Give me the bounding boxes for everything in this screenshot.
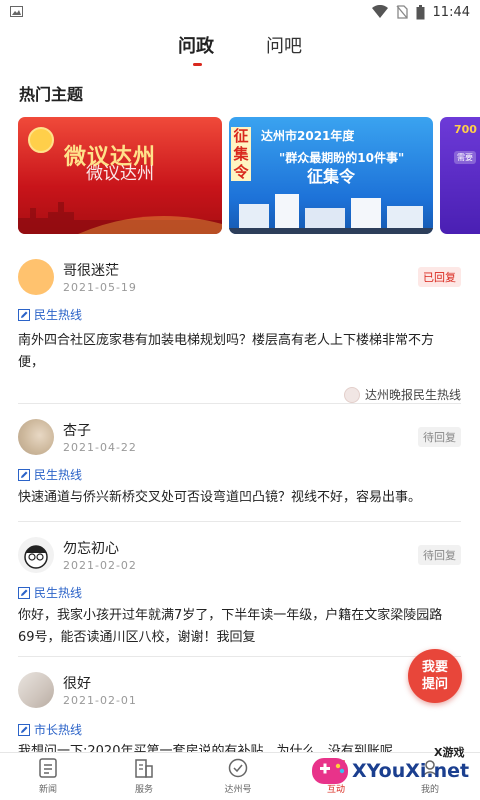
post-body: 南外四合社区庞家巷有加装电梯规划吗？楼层高有老人上下楼梯非常不方便， bbox=[18, 333, 435, 370]
source-logo-icon bbox=[343, 386, 360, 403]
banner-line1: 达州市2021年度 bbox=[261, 129, 355, 143]
status-badge: 已回复 bbox=[418, 267, 461, 287]
status-badge: 待回复 bbox=[418, 427, 461, 447]
channel-tag[interactable]: 民生热线 bbox=[18, 306, 82, 323]
post-body: 快速通道与侨兴新桥交叉处可否设弯道凹凸镜？视线不好，容易出事。 bbox=[18, 490, 422, 505]
watermark-text: XYouXi.net bbox=[352, 760, 470, 782]
edit-icon bbox=[18, 586, 30, 599]
reply-source: 达州晚报民生热线 bbox=[343, 386, 461, 403]
banner-tag: 需要 bbox=[454, 151, 476, 164]
status-bar: 11:44 bbox=[0, 0, 480, 24]
banner-subtitle: 微议达州 bbox=[86, 164, 154, 184]
emblem-icon bbox=[28, 127, 54, 153]
list-item[interactable]: 很好 2021-02-01 市长热线 我想问一下:2020年买第一套房说的有补贴… bbox=[18, 672, 461, 753]
buildings-illustration bbox=[229, 194, 433, 234]
nav-label: 达州号 bbox=[224, 785, 252, 795]
gallery-icon bbox=[10, 6, 23, 17]
nav-label: 服务 bbox=[134, 785, 153, 795]
list-item[interactable]: 勿忘初心 2021-02-02 待回复 民生热线 你好，我家小孩开过年就满7岁了… bbox=[18, 537, 461, 647]
battery-icon bbox=[416, 4, 425, 19]
source-label: 达州晚报民生热线 bbox=[364, 388, 461, 402]
skyline-illustration bbox=[18, 202, 222, 234]
no-sim-icon bbox=[396, 5, 408, 19]
user-name: 杏子 bbox=[63, 423, 91, 439]
building-icon bbox=[135, 759, 153, 778]
banner-side-text: 征集令 bbox=[231, 127, 251, 181]
watermark-small-text: X游戏 bbox=[434, 746, 465, 759]
avatar bbox=[18, 259, 54, 295]
cartoon-avatar-icon bbox=[24, 545, 48, 569]
status-badge: 待回复 bbox=[418, 545, 461, 565]
channel-label: 民生热线 bbox=[34, 468, 83, 482]
ask-question-button[interactable]: 我要 提问 bbox=[408, 649, 462, 703]
check-circle-icon bbox=[228, 758, 248, 778]
topic-banner-zhengjiling[interactable]: 征集令 达州市2021年度 "群众最期盼的10件事" 征集令 bbox=[229, 117, 433, 234]
topic-carousel[interactable]: 微议达州 微议达州 征集令 达州市2021年度 "群众最期盼的10件事" 征集令… bbox=[18, 117, 480, 235]
clock: 11:44 bbox=[432, 4, 470, 20]
list-item[interactable]: 哥很迷茫 2021-05-19 已回复 民生热线 南外四合社区庞家巷有加装电梯规… bbox=[18, 259, 461, 404]
user-name: 哥很迷茫 bbox=[63, 263, 119, 279]
user-name: 很好 bbox=[63, 676, 91, 692]
nav-news[interactable]: 新闻 bbox=[18, 757, 78, 795]
top-tabs: 问政 问吧 bbox=[0, 24, 480, 76]
divider bbox=[18, 521, 461, 522]
post-body: 你好，我家小孩开过年就满7岁了，下半年读一年级，户籍在文家梁陵园路69号，能否读… bbox=[18, 608, 443, 645]
nav-dazhouhao[interactable]: 达州号 bbox=[208, 757, 268, 795]
channel-label: 民生热线 bbox=[34, 586, 83, 600]
site-watermark: X游戏 XYouXi.net bbox=[306, 742, 480, 800]
banner-number: 700 bbox=[454, 123, 477, 136]
post-date: 2021-02-01 bbox=[63, 694, 137, 707]
channel-label: 市长热线 bbox=[34, 723, 83, 737]
channel-tag[interactable]: 市长热线 bbox=[18, 721, 82, 738]
edit-icon bbox=[18, 468, 30, 481]
nav-label: 新闻 bbox=[38, 785, 57, 795]
avatar bbox=[18, 419, 54, 455]
gamepad-logo-icon bbox=[312, 758, 348, 784]
topic-banner-700[interactable]: 700 需要 bbox=[440, 117, 480, 234]
edit-icon bbox=[18, 308, 30, 321]
news-icon bbox=[39, 758, 57, 778]
post-date: 2021-02-02 bbox=[63, 559, 137, 572]
ask-button-line2: 提问 bbox=[421, 677, 448, 692]
avatar bbox=[18, 537, 54, 573]
edit-icon bbox=[18, 723, 30, 736]
topic-banner-weiyi[interactable]: 微议达州 微议达州 bbox=[18, 117, 222, 234]
tab-wenzheng[interactable]: 问政 bbox=[178, 32, 214, 58]
active-tab-indicator bbox=[193, 63, 202, 66]
divider bbox=[18, 403, 461, 404]
section-title: 热门主题 bbox=[19, 85, 84, 104]
wifi-icon bbox=[371, 5, 388, 18]
post-date: 2021-05-19 bbox=[63, 281, 137, 294]
channel-label: 民生热线 bbox=[34, 308, 83, 322]
channel-tag[interactable]: 民生热线 bbox=[18, 466, 82, 483]
ask-button-line1: 我要 bbox=[421, 660, 448, 675]
list-item[interactable]: 杏子 2021-04-22 待回复 民生热线 快速通道与侨兴新桥交叉处可否设弯道… bbox=[18, 419, 461, 509]
tab-wenba[interactable]: 问吧 bbox=[266, 32, 302, 58]
nav-service[interactable]: 服务 bbox=[114, 757, 174, 795]
user-name: 勿忘初心 bbox=[63, 541, 119, 557]
post-date: 2021-04-22 bbox=[63, 441, 137, 454]
avatar bbox=[18, 672, 54, 708]
divider bbox=[18, 656, 461, 657]
channel-tag[interactable]: 民生热线 bbox=[18, 584, 82, 601]
